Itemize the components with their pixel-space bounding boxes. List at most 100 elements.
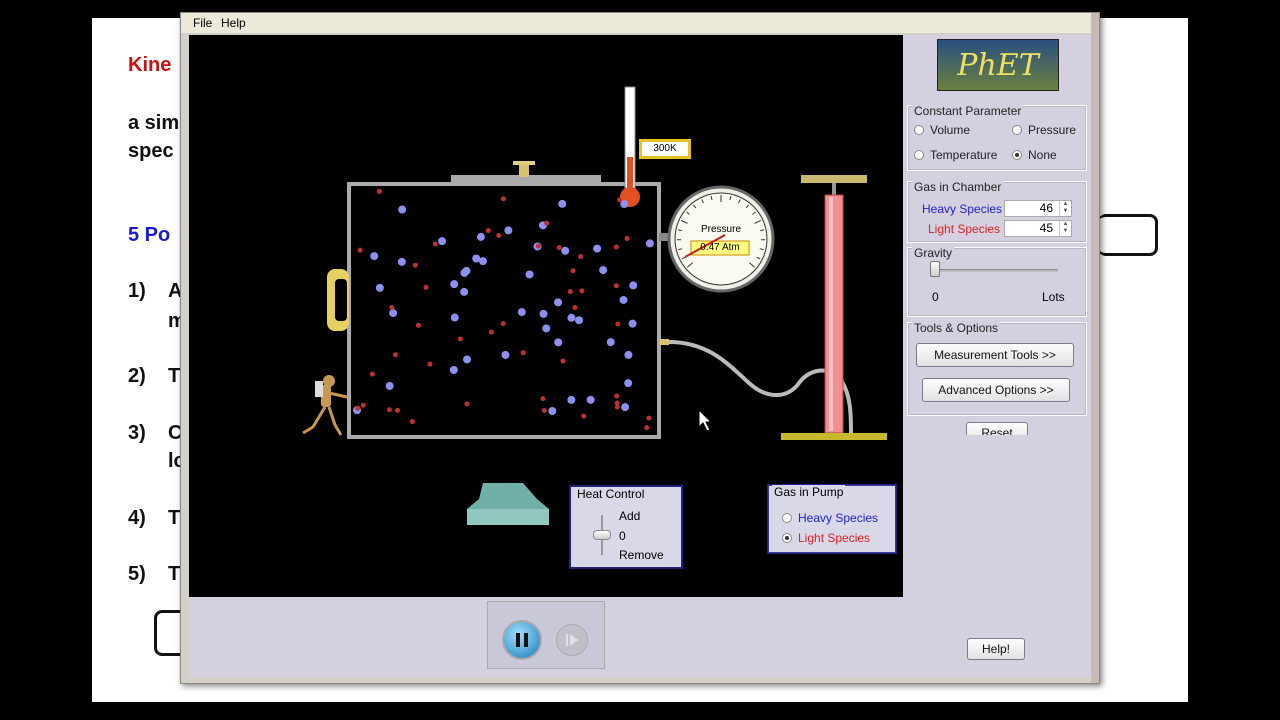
window-frame <box>1091 13 1099 683</box>
heavy-particle <box>501 350 510 359</box>
param-none-radio[interactable]: None <box>1012 148 1057 162</box>
gravity-group: Gravity 0 Lots <box>907 246 1087 317</box>
param-temperature-radio[interactable]: Temperature <box>914 148 997 162</box>
pause-icon <box>516 633 528 647</box>
spinner-arrows-icon[interactable]: ▲ ▼ <box>1059 201 1071 216</box>
heavy-particle <box>525 270 534 279</box>
light-particle <box>567 289 573 295</box>
light-particle <box>556 245 562 251</box>
menu-file[interactable]: File <box>193 16 212 30</box>
temperature-readout: 300K <box>653 143 677 154</box>
playback-controls <box>487 601 605 669</box>
heavy-particle <box>375 283 384 292</box>
light-particle <box>578 254 584 260</box>
heavy-particle <box>645 239 654 248</box>
measurement-tools-button[interactable]: Measurement Tools >> <box>916 343 1074 367</box>
slide-item-num: 3) <box>128 422 146 444</box>
light-particle <box>392 352 398 358</box>
param-pressure-radio[interactable]: Pressure <box>1012 123 1076 137</box>
spinner-arrows-icon[interactable]: ▲ ▼ <box>1059 221 1071 236</box>
heavy-particle <box>539 309 548 318</box>
heavy-particle <box>542 324 551 333</box>
slide-shape <box>1098 214 1158 256</box>
light-particle <box>544 220 550 226</box>
slide-item-num: 5) <box>128 563 146 585</box>
pump-hose <box>668 340 853 436</box>
pause-button[interactable] <box>502 620 542 660</box>
light-particle <box>423 284 429 290</box>
light-particle <box>369 371 375 377</box>
heavy-particle <box>567 395 576 404</box>
light-particle <box>488 329 494 335</box>
heavy-particle <box>450 313 459 322</box>
light-particle <box>615 321 621 327</box>
slide-item-text: T <box>168 365 181 387</box>
menu-bar: File Help <box>181 13 1093 33</box>
light-particle <box>464 401 470 407</box>
light-particle <box>613 283 619 289</box>
light-particle <box>540 396 546 402</box>
light-particle <box>496 233 502 239</box>
menu-help[interactable]: Help <box>221 16 246 30</box>
light-particle <box>409 419 415 425</box>
slide-item-text: T <box>168 507 181 529</box>
heat-remove-label: Remove <box>619 548 664 562</box>
phet-logo[interactable]: PhET <box>937 39 1059 91</box>
heavy-particle <box>449 365 458 374</box>
gas-in-pump-panel: Gas in Pump Heavy Species Light Species <box>767 484 897 554</box>
slide-line-2: spec <box>128 140 174 162</box>
constant-parameter-title: Constant Parameter <box>912 104 1024 118</box>
tools-options-title: Tools & Options <box>912 321 1001 335</box>
heavy-particle <box>599 266 608 275</box>
light-particle <box>389 304 395 310</box>
slide-section: 5 Po <box>128 224 171 246</box>
light-particle <box>572 304 578 310</box>
heavy-particle <box>398 205 407 214</box>
lid-knob[interactable] <box>519 163 529 177</box>
gravity-slider-track[interactable] <box>934 269 1058 272</box>
heavy-particle <box>554 298 563 307</box>
heat-slider-thumb[interactable] <box>593 530 611 540</box>
phet-window: File Help 300K Pressure 0.47 Atm Heat Co… <box>180 12 1100 684</box>
heavy-species-spinner[interactable]: 46 ▲ ▼ <box>1004 200 1072 217</box>
heavy-particle <box>548 406 557 415</box>
heavy-particle <box>438 237 447 246</box>
light-particle <box>415 322 421 328</box>
heavy-particle <box>389 309 398 318</box>
pump-cylinder[interactable] <box>824 194 844 434</box>
gravity-title: Gravity <box>912 246 955 260</box>
pump-heavy-radio[interactable]: Heavy Species <box>782 511 878 525</box>
heavy-particle <box>621 403 630 412</box>
heat-add-label: Add <box>619 509 641 523</box>
heavy-species-label: Heavy Species <box>922 202 1003 216</box>
heavy-particle <box>450 280 459 289</box>
gas-in-chamber-title: Gas in Chamber <box>912 180 1004 194</box>
person-figure <box>302 375 348 436</box>
light-particle <box>614 404 620 410</box>
light-particle <box>624 235 630 241</box>
tools-options-group: Tools & Options Measurement Tools >> Adv… <box>907 321 1087 416</box>
light-particle <box>500 196 506 202</box>
heavy-particle <box>397 257 406 266</box>
heat-control-title: Heat Control <box>575 487 647 501</box>
simulation-canvas[interactable]: 300K Pressure 0.47 Atm Heat Control Add … <box>189 35 903 597</box>
gravity-slider-thumb[interactable] <box>930 261 940 277</box>
light-species-spinner[interactable]: 45 ▲ ▼ <box>1004 220 1072 237</box>
advanced-options-button[interactable]: Advanced Options >> <box>922 378 1070 402</box>
bottom-bar: Help! <box>189 597 1091 677</box>
help-button[interactable]: Help! <box>967 638 1025 660</box>
pump-light-radio[interactable]: Light Species <box>782 531 870 545</box>
heavy-particle <box>619 295 628 304</box>
heavy-particle <box>385 381 394 390</box>
slide-line-1: a sim <box>128 112 180 134</box>
constant-parameter-group: Constant Parameter Volume Pressure Tempe… <box>907 104 1087 171</box>
slide-item-text: T <box>168 563 181 585</box>
step-button[interactable] <box>556 624 588 656</box>
pump-handle[interactable] <box>801 175 867 183</box>
light-particle <box>485 228 491 234</box>
param-volume-radio[interactable]: Volume <box>914 123 970 137</box>
mouse-cursor <box>698 408 713 432</box>
light-species-label: Light Species <box>928 222 1001 236</box>
heavy-particle <box>574 316 583 325</box>
light-particle <box>535 243 541 249</box>
